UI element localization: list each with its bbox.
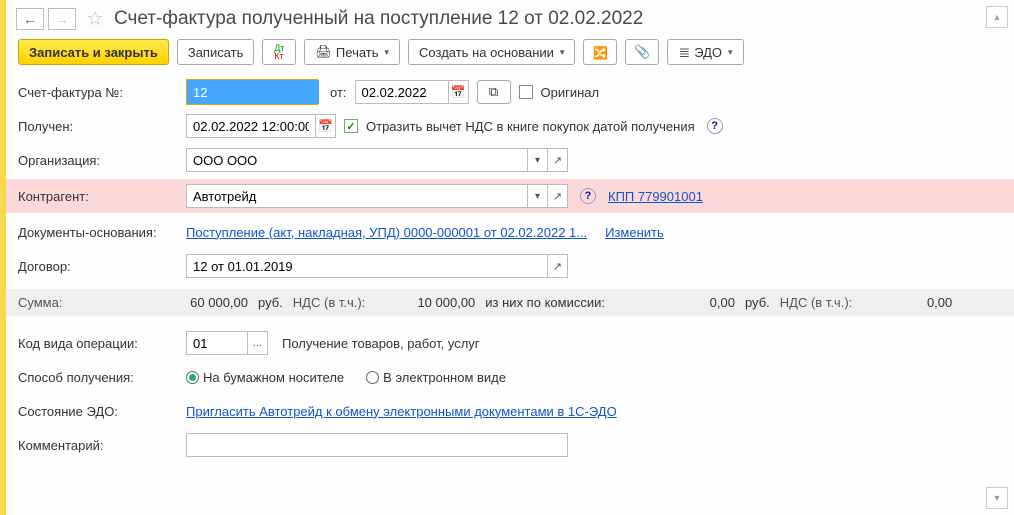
- radio-selected-icon: [186, 371, 199, 384]
- summary-bar: Сумма: 60 000,00 руб. НДС (в т.ч.): 10 0…: [6, 289, 1014, 316]
- vat2-value: 0,00: [852, 295, 952, 310]
- original-label: Оригинал: [541, 85, 600, 100]
- organization-label: Организация:: [18, 153, 178, 168]
- edo-label: ЭДО: [694, 45, 722, 60]
- method-paper-label: На бумажном носителе: [203, 370, 344, 385]
- opcode-desc: Получение товаров, работ, услуг: [282, 336, 480, 351]
- received-label: Получен:: [18, 119, 178, 134]
- attachments-button[interactable]: [625, 39, 659, 65]
- vat-reflect-label: Отразить вычет НДС в книге покупок датой…: [366, 119, 695, 134]
- open-icon[interactable]: [548, 148, 568, 172]
- from-label: от:: [330, 85, 347, 100]
- chevron-down-icon: ▾: [385, 47, 390, 58]
- method-electronic-radio[interactable]: В электронном виде: [366, 370, 506, 385]
- print-label: Печать: [336, 45, 379, 60]
- invoice-number-label: Счет-фактура №:: [18, 85, 178, 100]
- opcode-input[interactable]: [186, 331, 248, 355]
- open-icon[interactable]: [548, 254, 568, 278]
- dt-kt-button[interactable]: ДтКт: [262, 39, 296, 65]
- dropdown-icon[interactable]: [528, 148, 548, 172]
- vat2-label: НДС (в т.ч.):: [780, 295, 853, 310]
- change-link[interactable]: Изменить: [605, 225, 664, 240]
- scroll-down-icon[interactable]: ▾: [986, 487, 1008, 509]
- printer-icon: [315, 44, 332, 60]
- basis-docs-label: Документы-основания:: [18, 225, 178, 240]
- opcode-label: Код вида операции:: [18, 336, 178, 351]
- dropdown-icon[interactable]: [528, 184, 548, 208]
- method-electronic-label: В электронном виде: [383, 370, 506, 385]
- nav-forward-button[interactable]: →: [48, 8, 76, 30]
- struct-icon: [593, 45, 608, 60]
- edo-button[interactable]: ЭДО ▾: [667, 39, 743, 65]
- write-label: Записать: [188, 45, 244, 60]
- nav-back-button[interactable]: ←: [16, 8, 44, 30]
- print-button[interactable]: Печать ▾: [304, 39, 400, 65]
- original-checkbox[interactable]: [519, 85, 533, 99]
- method-paper-radio[interactable]: На бумажном носителе: [186, 370, 344, 385]
- clip-icon: [634, 44, 650, 60]
- write-and-close-button[interactable]: Записать и закрыть: [18, 39, 169, 65]
- organization-input[interactable]: [186, 148, 528, 172]
- invoice-date-input[interactable]: [355, 80, 449, 104]
- help-icon[interactable]: ?: [707, 118, 723, 134]
- invoice-number-input[interactable]: [187, 80, 319, 104]
- rub-label: руб.: [258, 295, 283, 310]
- calendar-icon[interactable]: [316, 114, 336, 138]
- edo-state-link[interactable]: Пригласить Автотрейд к обмену электронны…: [186, 404, 617, 419]
- create-based-on-button[interactable]: Создать на основании ▾: [408, 39, 575, 65]
- rub-label-2: руб.: [745, 295, 770, 310]
- radio-icon: [366, 371, 379, 384]
- help-icon[interactable]: ?: [580, 188, 596, 204]
- sum-value: 60 000,00: [128, 295, 248, 310]
- contract-input[interactable]: [186, 254, 548, 278]
- write-button[interactable]: Записать: [177, 39, 255, 65]
- scan-button[interactable]: ⧉: [477, 80, 511, 104]
- dtkt-icon: ДтКт: [274, 44, 284, 60]
- vat-value: 10 000,00: [365, 295, 475, 310]
- chevron-down-icon: ▾: [560, 47, 565, 58]
- open-icon[interactable]: [548, 184, 568, 208]
- method-label: Способ получения:: [18, 370, 178, 385]
- write-and-close-label: Записать и закрыть: [29, 45, 158, 60]
- contragent-label: Контрагент:: [18, 189, 178, 204]
- scroll-up-icon[interactable]: ▴: [986, 6, 1008, 28]
- basis-doc-link[interactable]: Поступление (акт, накладная, УПД) 0000-0…: [186, 225, 587, 240]
- comment-input[interactable]: [186, 433, 568, 457]
- vat-reflect-checkbox[interactable]: ✓: [344, 119, 358, 133]
- favorite-star-icon[interactable]: ☆: [86, 6, 104, 31]
- edo-state-label: Состояние ЭДО:: [18, 404, 178, 419]
- calendar-icon[interactable]: [449, 80, 469, 104]
- kpp-link[interactable]: КПП 779901001: [608, 189, 703, 204]
- comment-label: Комментарий:: [18, 438, 178, 453]
- sum-label: Сумма:: [18, 295, 128, 310]
- structure-button[interactable]: [583, 39, 617, 65]
- create-based-label: Создать на основании: [419, 45, 554, 60]
- received-input[interactable]: [186, 114, 316, 138]
- commission-label: из них по комиссии:: [485, 295, 605, 310]
- select-dots-icon[interactable]: [248, 331, 268, 355]
- contract-label: Договор:: [18, 259, 178, 274]
- contragent-input[interactable]: [186, 184, 528, 208]
- edo-icon: [678, 44, 690, 61]
- vat-label: НДС (в т.ч.):: [293, 295, 366, 310]
- page-title: Счет-фактура полученный на поступление 1…: [114, 8, 643, 30]
- commission-value: 0,00: [615, 295, 735, 310]
- chevron-down-icon: ▾: [728, 47, 733, 58]
